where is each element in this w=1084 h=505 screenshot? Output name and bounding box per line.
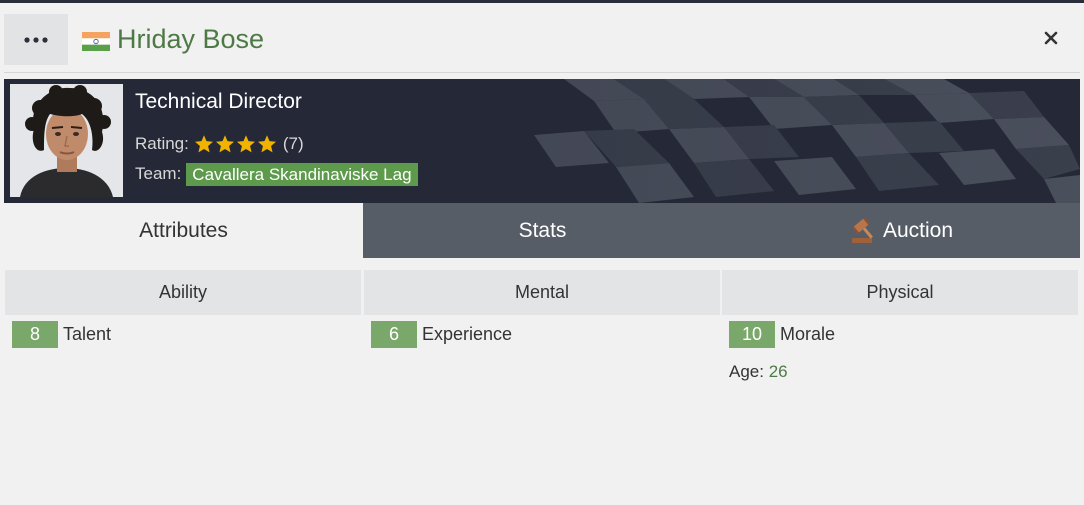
ellipsis-icon <box>24 36 48 43</box>
talent-label: Talent <box>63 324 112 344</box>
ability-column: Ability 8 Talent <box>5 270 361 348</box>
avatar <box>10 84 123 197</box>
close-icon <box>1044 31 1058 45</box>
attribute-row: 6 Experience <box>371 321 720 348</box>
attribute-row: 10 Morale <box>729 321 1078 348</box>
role-title: Technical Director <box>135 90 302 113</box>
team-link[interactable]: Cavallera Skandinaviske Lag <box>186 162 418 186</box>
profile-banner: Technical Director Rating: (7) Team: Cav… <box>4 79 1080 203</box>
header: Hriday Bose <box>0 3 1084 72</box>
person-name: Hriday Bose <box>117 24 265 54</box>
mental-column: Mental 6 Experience <box>364 270 720 348</box>
morale-label: Morale <box>780 324 836 344</box>
experience-label: Experience <box>422 324 513 344</box>
physical-column: Physical 10 Morale Age: 26 <box>722 270 1078 382</box>
rating-label: Rating: <box>135 134 189 153</box>
gavel-icon <box>851 217 873 243</box>
rating-value: (7) <box>282 134 304 153</box>
tab-attributes[interactable]: Attributes <box>4 203 363 258</box>
rating-row: Rating: (7) <box>135 133 304 155</box>
talent-value: 8 <box>12 321 58 348</box>
person-portrait-icon <box>10 84 123 197</box>
tab-auction-label: Auction <box>882 218 954 242</box>
close-button[interactable] <box>1038 25 1064 51</box>
ability-header: Ability <box>5 270 361 315</box>
india-flag-icon <box>82 32 110 51</box>
tab-stats[interactable]: Stats <box>363 203 722 258</box>
star-icon <box>236 135 255 153</box>
star-icon <box>215 135 234 153</box>
tab-bar: Attributes Stats Auction <box>4 203 1080 258</box>
tab-stats-label: Stats <box>518 218 567 242</box>
physical-header: Physical <box>722 270 1078 315</box>
experience-value: 6 <box>371 321 417 348</box>
star-icon <box>257 135 276 153</box>
tab-attributes-label: Attributes <box>139 218 228 242</box>
header-divider <box>4 72 1080 73</box>
tab-auction[interactable]: Auction <box>722 203 1080 258</box>
morale-value: 10 <box>729 321 775 348</box>
menu-button[interactable] <box>4 14 68 65</box>
age-row: Age: 26 <box>729 362 1078 382</box>
attribute-row: 8 Talent <box>12 321 361 348</box>
mental-header: Mental <box>364 270 720 315</box>
rating-stars <box>194 134 278 154</box>
team-row: Team: Cavallera Skandinaviske Lag <box>135 162 418 186</box>
age-label: Age: <box>729 362 764 381</box>
star-icon <box>194 135 213 153</box>
age-value: 26 <box>768 362 788 381</box>
team-label: Team: <box>135 164 182 183</box>
